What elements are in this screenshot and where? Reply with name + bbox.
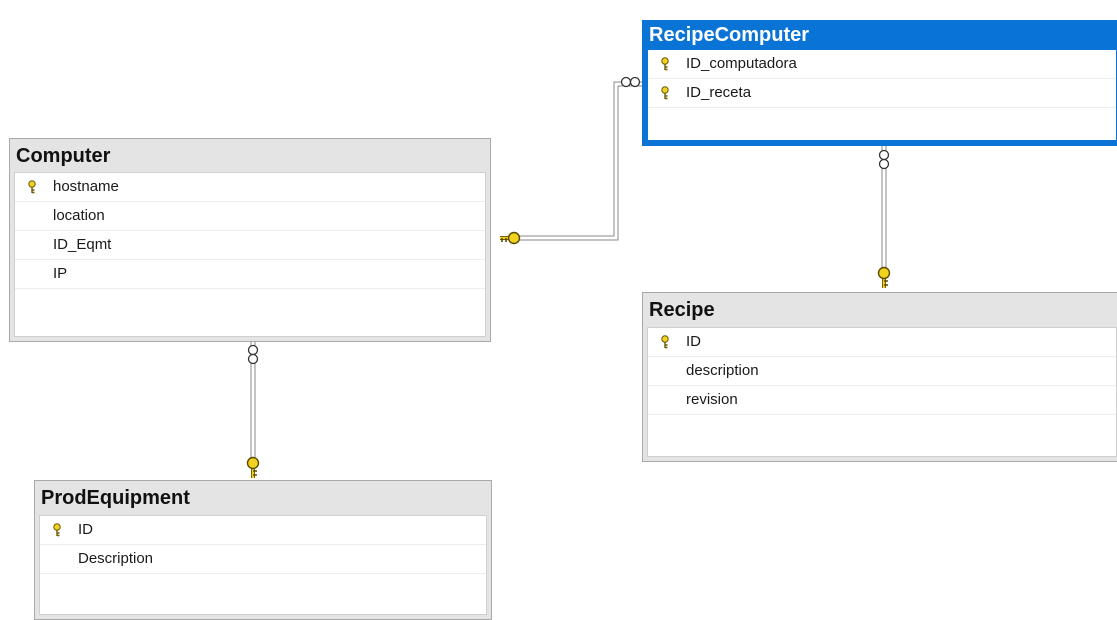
primary-key-icon — [661, 86, 669, 100]
column-row[interactable]: location — [15, 202, 485, 231]
primary-key-icon — [28, 180, 36, 194]
column-row[interactable]: ID_computadora — [648, 50, 1116, 79]
one-end-key-icon — [246, 456, 260, 478]
column-row[interactable]: ID_Eqmt — [15, 231, 485, 260]
table-title: RecipeComputer — [649, 24, 810, 46]
column-name: location — [53, 207, 105, 224]
column-row[interactable]: description — [648, 357, 1116, 386]
column-name: ID_computadora — [686, 55, 797, 72]
relationship-computer-prodequipment[interactable] — [246, 342, 260, 478]
many-end-icon — [878, 149, 890, 170]
column-name: hostname — [53, 178, 119, 195]
table-columns: ID Description — [39, 515, 487, 615]
table-columns: ID description revision — [647, 327, 1117, 457]
table-prodequipment[interactable]: ProdEquipment ID Description — [34, 480, 492, 620]
table-recipe[interactable]: Recipe ID description revision — [642, 292, 1117, 462]
table-title: Computer — [16, 145, 111, 167]
table-title: ProdEquipment — [41, 487, 190, 509]
column-name: ID — [686, 333, 701, 350]
column-row[interactable]: ID — [648, 328, 1116, 357]
column-name: IP — [53, 265, 68, 282]
relationship-recipecomputer-recipe[interactable] — [877, 146, 891, 288]
column-row[interactable]: hostname — [15, 173, 485, 202]
primary-key-icon — [661, 57, 669, 71]
many-end-icon — [247, 344, 259, 365]
column-row[interactable]: ID_receta — [648, 79, 1116, 108]
table-columns: ID_computadora ID_receta — [647, 49, 1117, 141]
table-columns: hostname location ID_Eqmt IP — [14, 172, 486, 337]
column-name: description — [686, 362, 759, 379]
column-name: ID — [78, 521, 93, 538]
relationship-recipecomputer-computer[interactable] — [500, 76, 642, 245]
column-name: ID_receta — [686, 84, 752, 101]
column-row[interactable]: IP — [15, 260, 485, 289]
primary-key-icon — [661, 335, 669, 349]
column-row[interactable]: revision — [648, 386, 1116, 415]
table-computer[interactable]: Computer hostname location ID_Eqmt IP — [9, 138, 491, 342]
diagram-canvas: RecipeComputer ID_computadora ID_receta … — [0, 0, 1117, 620]
one-end-key-icon — [877, 266, 891, 288]
column-name: Description — [78, 550, 154, 567]
many-end-icon — [620, 76, 641, 88]
table-recipecomputer[interactable]: RecipeComputer ID_computadora ID_receta — [642, 20, 1117, 146]
column-name: revision — [686, 391, 738, 408]
column-name: ID_Eqmt — [53, 236, 112, 253]
primary-key-icon — [53, 523, 61, 537]
column-row[interactable]: Description — [40, 545, 486, 574]
column-row[interactable]: ID — [40, 516, 486, 545]
table-title: Recipe — [649, 299, 715, 321]
one-end-key-icon — [500, 231, 521, 245]
